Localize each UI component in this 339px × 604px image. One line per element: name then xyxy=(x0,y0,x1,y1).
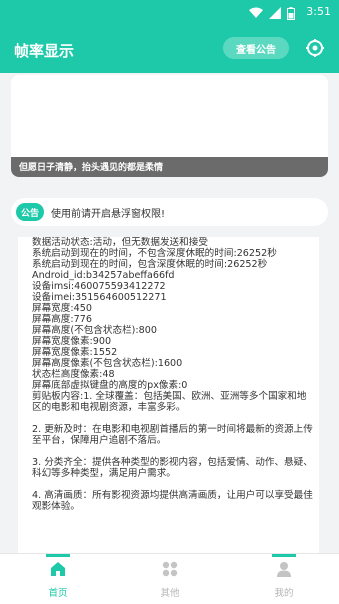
view-notice-button[interactable]: 查看公告 xyxy=(223,37,289,59)
description-paragraph: 4. 高清画质：所有影视资源均提供高清画质，让用户可以享受最佳观影体验。 xyxy=(32,490,313,512)
app-bar: 帧率显示 查看公告 xyxy=(0,26,339,73)
tab-other-label: 其他 xyxy=(160,588,180,599)
banner-card[interactable]: 但愿日子清静，抬头遇见的都是柔情 xyxy=(11,75,328,177)
info-lines: 数据活动状态:活动，但无数据发送和接受 系统启动到现在的时间，不包含深度休眠的时… xyxy=(18,237,319,512)
tab-mine-label: 我的 xyxy=(274,588,294,599)
tab-other[interactable]: 其他 xyxy=(135,554,205,604)
settings-icon[interactable] xyxy=(306,39,324,57)
tab-home-label: 首页 xyxy=(48,588,68,599)
info-line: 屏幕底部虚拟键盘的高度的px像素:0 xyxy=(32,380,188,391)
info-line: 屏幕高度像素(不包含状态栏):1600 xyxy=(32,358,183,369)
bottom-tab-bar: 首页 其他 我的 xyxy=(0,553,339,604)
status-icons xyxy=(249,6,295,20)
banner-caption: 但愿日子清静，抬头遇见的都是柔情 xyxy=(19,163,164,173)
info-line: 数据活动状态:活动，但无数据发送和接受 xyxy=(32,237,208,248)
status-bar: 3:51 xyxy=(0,0,339,26)
description-paragraph: 2. 更新及时：在电影和电视剧首播后的第一时间将最新的资源上传至平台，保障用户追… xyxy=(32,424,313,446)
permission-tip[interactable]: 公告 使用前请开启悬浮窗权限! xyxy=(11,198,328,226)
person-icon xyxy=(277,562,291,577)
tip-text: 使用前请开启悬浮窗权限! xyxy=(51,209,166,220)
wifi-icon xyxy=(249,7,263,18)
banner-caption-bar: 但愿日子清静，抬头遇见的都是柔情 xyxy=(11,157,328,177)
tab-home[interactable]: 首页 xyxy=(23,554,93,604)
device-info-panel[interactable]: 数据活动状态:活动，但无数据发送和接受 系统启动到现在的时间，不包含深度休眠的时… xyxy=(18,237,319,553)
info-line: Android_id:b34257abeffa66fd xyxy=(32,270,175,281)
info-line: 系统启动到现在的时间，不包含深度休眠的时间:26252秒 xyxy=(32,248,277,259)
battery-icon xyxy=(287,6,295,20)
tab-mine[interactable]: 我的 xyxy=(249,554,319,604)
info-line: 状态栏高度像素:48 xyxy=(32,369,115,380)
info-line: 屏幕宽度像素:900 xyxy=(32,336,112,347)
description-paragraph: 3. 分类齐全：提供各种类型的影视内容，包括爱情、动作、悬疑、科幻等多种类型，满… xyxy=(32,457,313,479)
info-line: 系统启动到现在的时间，包含深度休眠的时间:26252秒 xyxy=(32,259,268,270)
app-title: 帧率显示 xyxy=(14,42,75,60)
info-line: 屏幕宽度:450 xyxy=(32,303,92,314)
status-time: 3:51 xyxy=(306,5,331,18)
grid-icon xyxy=(162,561,178,577)
home-icon xyxy=(51,562,65,576)
info-line: 设备imei:351564600512271 xyxy=(32,292,167,303)
info-line: 屏幕高度:776 xyxy=(32,314,92,325)
description-paragraph: 剪贴板内容:1. 全球覆盖：包括美国、欧洲、亚洲等多个国家和地区的电影和电视剧资… xyxy=(32,391,307,413)
signal-icon xyxy=(269,7,281,19)
info-line: 设备imsi:460075593412272 xyxy=(32,281,166,292)
info-line: 屏幕宽度像素:1552 xyxy=(32,347,118,358)
info-line: 屏幕高度(不包含状态栏):800 xyxy=(32,325,157,336)
notice-tag: 公告 xyxy=(16,203,44,221)
